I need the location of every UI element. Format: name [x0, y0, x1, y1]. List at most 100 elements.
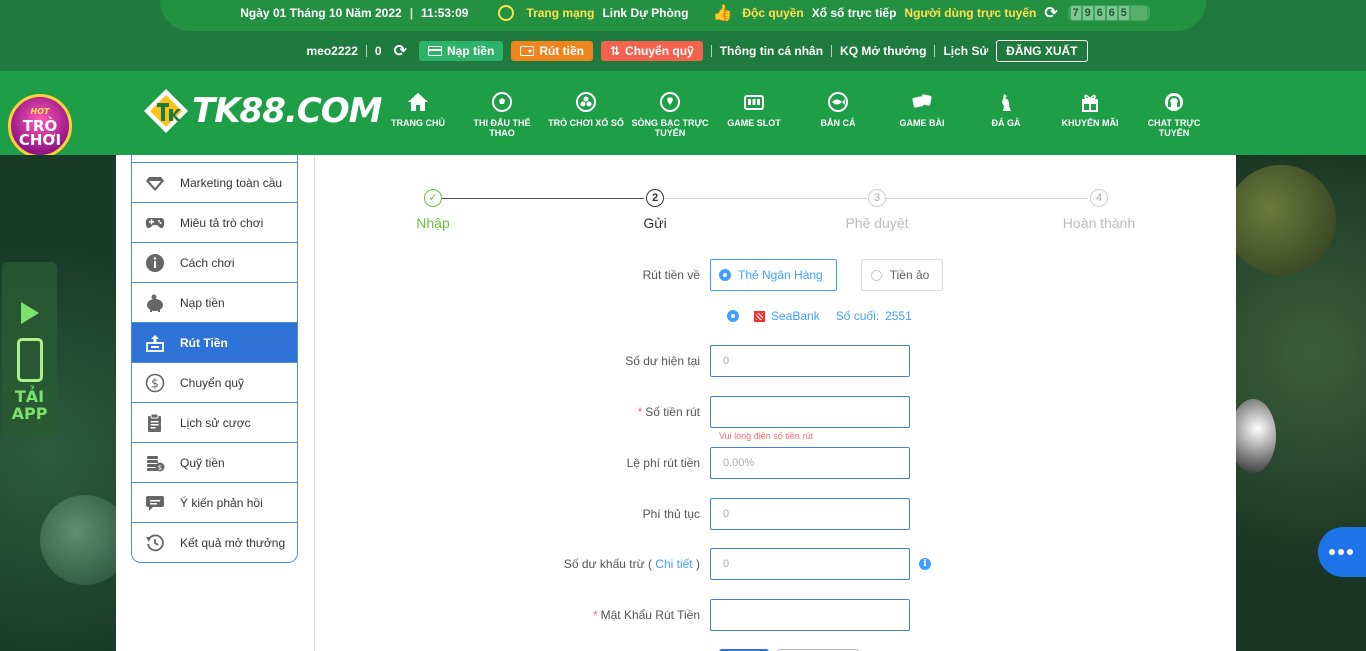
bank-radio[interactable]	[728, 311, 738, 321]
counter-digit: 7	[1070, 6, 1081, 20]
step-submit: 2 Gửi	[605, 189, 705, 231]
decor-ball	[1230, 399, 1276, 473]
gift-icon	[1079, 91, 1101, 113]
bank-card-option[interactable]: Thẻ Ngân Hàng	[710, 259, 837, 291]
last-digits-label: Số cuối:	[835, 309, 880, 323]
history-icon	[144, 532, 166, 554]
top-bar: Ngày 01 Tháng 10 Năm 2022 | 11:53:09 Tra…	[0, 0, 1366, 71]
transfer-button[interactable]: ⇅ Chuyển quỹ	[600, 41, 703, 61]
results-link[interactable]: KQ Mở thưởng	[840, 44, 926, 58]
last-digits: 2551	[885, 309, 912, 323]
play-icon	[20, 302, 39, 324]
amount-field[interactable]	[710, 396, 910, 428]
step-complete: 4 Hoàn thành	[1049, 189, 1149, 231]
panel-divider	[314, 155, 315, 651]
exclusive-label: Độc quyền	[742, 6, 804, 20]
nav-lottery[interactable]: TRÒ CHƠI XỔ SỐ	[544, 91, 628, 138]
phone-icon	[16, 338, 43, 382]
counter-digit: 5	[1118, 6, 1129, 20]
fee-field[interactable]: 0.00%	[710, 447, 910, 479]
chat-icon	[144, 492, 166, 514]
rooster-icon	[995, 91, 1017, 113]
sidebar-item-game-description[interactable]: Miêu tả trò chơi	[132, 202, 297, 242]
deduct-details-link[interactable]: Chi tiết	[655, 557, 692, 571]
games-badge[interactable]: HOT TRÒ CHƠI	[8, 94, 72, 158]
account-balance: 0	[374, 44, 382, 58]
refresh-icon[interactable]: ⟳	[1044, 3, 1057, 23]
nav-live-chat[interactable]: CHAT TRỰC TUYẾN	[1132, 91, 1216, 138]
bank-account-option[interactable]: SeaBank Số cuối: 2551	[728, 309, 912, 323]
sidebar-item-feedback[interactable]: Ý kiến phản hồi	[132, 482, 297, 522]
lottery-icon	[575, 91, 597, 113]
logout-button[interactable]: ĐĂNG XUẤT	[996, 40, 1088, 62]
main-nav: TK88.COM TRANG CHỦ THI ĐẤU THỂ THAO TRÒ …	[0, 71, 1366, 155]
wallet-icon	[520, 46, 535, 56]
info-icon	[144, 252, 166, 274]
sidebar-item-how-to-play[interactable]: Cách chơi	[132, 242, 297, 282]
withdraw-icon	[144, 332, 166, 354]
fee-row: Lệ phí rút tiền 0.00%	[446, 447, 1146, 479]
withdraw-method-row: Rút tiền về Thẻ Ngân Hàng Tiền ảo	[446, 259, 1146, 291]
sidebar-item-marketing[interactable]: Marketing toàn cầu	[132, 162, 297, 202]
sidebar-item-transfer[interactable]: $ Chuyển quỹ	[132, 362, 297, 402]
withdraw-password-field[interactable]	[710, 599, 910, 631]
bank-name: SeaBank	[771, 309, 820, 323]
balance-row: Số dư hiện tại 0	[446, 345, 1146, 377]
thumbs-up-icon: 👍	[712, 5, 733, 22]
info-row: Ngày 01 Tháng 10 Năm 2022 | 11:53:09 Tra…	[0, 0, 1366, 26]
nav-fishing[interactable]: BẮN CÁ	[796, 91, 880, 138]
network-label: Trang mạng	[526, 6, 595, 20]
sidebar-item-fund[interactable]: $ Quỹ tiền	[132, 442, 297, 482]
logo-text: TK88.COM	[192, 91, 382, 131]
info-icon[interactable]: i	[919, 558, 931, 570]
dollar-circle-icon: $	[144, 372, 166, 394]
step-approval: 3 Phê duyệt	[827, 189, 927, 231]
logo-mark-icon	[142, 87, 190, 135]
deduct-balance-row: Số dư khấu trừ ( Chi tiết ) 0 i	[446, 548, 1146, 580]
dice-icon	[911, 91, 933, 113]
account-row: meo2222 0 ⟳ Nạp tiền Rút tiền ⇅ Chuyển q…	[0, 39, 1366, 63]
svg-text:$: $	[158, 464, 162, 472]
deduct-balance-field[interactable]: 0	[710, 548, 910, 580]
lottery-live-link[interactable]: Xổ số trực tiếp	[812, 6, 897, 20]
amount-error-message: Vui lòng điền số tiền rút	[719, 431, 813, 441]
globe-icon	[498, 5, 515, 21]
nav-home[interactable]: TRANG CHỦ	[376, 91, 460, 138]
soccer-ball-icon	[491, 91, 513, 113]
chat-bubble-button[interactable]	[1318, 527, 1366, 577]
check-icon: ✓	[424, 189, 442, 207]
profile-link[interactable]: Thông tin cá nhân	[720, 44, 823, 58]
fish-icon	[827, 91, 849, 113]
sidebar-item-withdraw[interactable]: Rút Tiền	[132, 322, 297, 362]
nav-promotions[interactable]: KHUYẾN MÃI	[1048, 91, 1132, 138]
crypto-option[interactable]: Tiền ảo	[860, 259, 944, 291]
home-icon	[407, 91, 429, 113]
refresh-balance-icon[interactable]: ⟳	[394, 41, 407, 61]
withdraw-stepper: ✓ Nhập 2 Gửi 3 Phê duyệt 4 Hoàn thành	[416, 189, 1135, 231]
sidebar-item-bet-history[interactable]: Lịch sử cược	[132, 402, 297, 442]
card-icon	[427, 46, 442, 56]
withdraw-method-label: Rút tiền về	[642, 268, 700, 282]
site-logo[interactable]: TK88.COM	[142, 87, 382, 135]
slot-machine-icon	[743, 91, 765, 113]
counter-digit: 6	[1094, 6, 1105, 20]
casino-chip-icon	[659, 91, 681, 113]
step-input: ✓ Nhập	[383, 189, 483, 231]
nav-sports[interactable]: THI ĐẤU THỂ THAO	[460, 91, 544, 138]
history-link[interactable]: Lịch Sử	[943, 44, 988, 58]
sidebar-item-deposit[interactable]: Nạp tiền	[132, 282, 297, 322]
sidebar-item-lottery-results[interactable]: Kết quả mở thưởng	[132, 522, 297, 562]
svg-text:$: $	[151, 376, 159, 390]
processing-fee-field[interactable]: 0	[710, 498, 910, 530]
nav-cockfight[interactable]: ĐÁ GÀ	[964, 91, 1048, 138]
nav-casino[interactable]: SÒNG BẠC TRỰC TUYẾN	[628, 91, 712, 138]
deposit-button[interactable]: Nạp tiền	[418, 41, 504, 61]
balance-field[interactable]: 0	[710, 345, 910, 377]
piggy-bank-icon	[144, 292, 166, 314]
decor-ball	[1226, 165, 1336, 275]
download-app-widget[interactable]: TẢI APP	[2, 262, 57, 437]
nav-slot[interactable]: GAME SLOT	[712, 91, 796, 138]
withdraw-button[interactable]: Rút tiền	[511, 41, 593, 61]
backup-link[interactable]: Link Dự Phòng	[602, 6, 688, 20]
nav-card-games[interactable]: GAME BÀI	[880, 91, 964, 138]
